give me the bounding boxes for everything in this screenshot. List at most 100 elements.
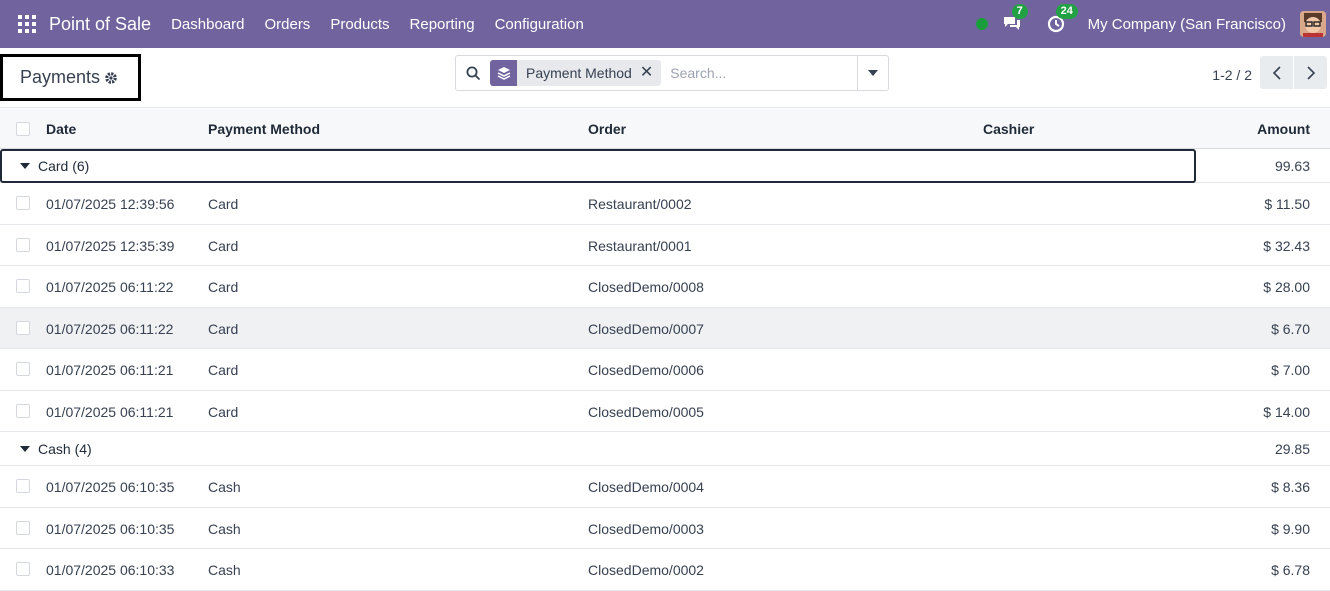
pager-previous-button[interactable] xyxy=(1260,56,1293,89)
column-payment-method[interactable]: Payment Method xyxy=(208,121,320,137)
messages-count-badge: 7 xyxy=(1011,4,1028,19)
group-total: 99.63 xyxy=(1274,158,1310,174)
chevron-right-icon xyxy=(1306,65,1315,80)
user-avatar[interactable] xyxy=(1300,11,1326,37)
menu-reporting[interactable]: Reporting xyxy=(400,16,485,33)
cell-amount: $ 14.00 xyxy=(1263,403,1310,420)
cell-date: 01/07/2025 12:39:56 xyxy=(46,196,175,212)
layers-icon xyxy=(490,60,517,86)
cell-order: Restaurant/0001 xyxy=(588,237,692,254)
app-brand[interactable]: Point of Sale xyxy=(49,14,151,35)
cell-amount: $ 6.70 xyxy=(1271,320,1310,337)
apps-grid-icon[interactable] xyxy=(18,15,36,33)
row-checkbox[interactable] xyxy=(16,320,30,335)
pager-next-button[interactable] xyxy=(1294,56,1327,89)
facet-remove-icon[interactable]: ✕ xyxy=(640,65,661,81)
cell-order: ClosedDemo/0005 xyxy=(588,403,704,420)
cell-payment-method: Cash xyxy=(208,479,241,495)
pager-value[interactable]: 1-2 / 2 xyxy=(1212,67,1252,83)
search-options-toggle[interactable] xyxy=(857,55,889,91)
table-row[interactable]: 01/07/2025 06:11:21 Card ClosedDemo/0006… xyxy=(0,349,1330,391)
table-row[interactable]: 01/07/2025 06:11:22 Card ClosedDemo/0007… xyxy=(0,307,1330,349)
cell-order: ClosedDemo/0007 xyxy=(588,320,704,337)
cell-order: ClosedDemo/0006 xyxy=(588,362,704,378)
cell-payment-method: Card xyxy=(208,403,239,420)
group-label: Cash (4) xyxy=(38,441,92,457)
cell-amount: $ 9.90 xyxy=(1271,520,1310,537)
table-row[interactable]: 01/07/2025 12:35:39 Card Restaurant/0001… xyxy=(0,225,1330,266)
table-row[interactable]: 01/07/2025 12:39:56 Card Restaurant/0002… xyxy=(0,183,1330,225)
cell-payment-method: Card xyxy=(208,279,239,295)
chevron-left-icon xyxy=(1272,65,1281,80)
group-row-cash[interactable]: Cash (4) 29.85 xyxy=(0,432,1330,466)
cell-date: 01/07/2025 06:11:21 xyxy=(46,403,174,420)
table-row[interactable]: 01/07/2025 06:10:35 Cash ClosedDemo/0003… xyxy=(0,508,1330,549)
column-amount[interactable]: Amount xyxy=(1257,121,1310,137)
table-header: Date Payment Method Order Cashier Amount xyxy=(0,109,1330,149)
group-total: 29.85 xyxy=(1274,441,1310,457)
column-cashier[interactable]: Cashier xyxy=(983,121,1034,137)
cell-amount: $ 11.50 xyxy=(1264,196,1310,212)
cell-order: ClosedDemo/0003 xyxy=(588,520,704,537)
row-checkbox[interactable] xyxy=(16,362,30,376)
company-switcher[interactable]: My Company (San Francisco) xyxy=(1088,16,1286,33)
row-checkbox[interactable] xyxy=(16,237,30,252)
cell-amount: $ 28.00 xyxy=(1263,279,1310,295)
facet-label: Payment Method xyxy=(526,65,632,81)
caret-down-icon xyxy=(868,70,878,76)
group-header[interactable]: Cash (4) xyxy=(0,432,92,466)
page-title: Payments xyxy=(20,67,101,87)
row-checkbox[interactable] xyxy=(16,479,30,493)
cell-amount: $ 6.78 xyxy=(1271,562,1310,578)
group-row-focus-outline xyxy=(0,149,1196,183)
row-checkbox[interactable] xyxy=(16,562,30,576)
cell-date: 01/07/2025 06:11:21 xyxy=(46,362,174,378)
column-order[interactable]: Order xyxy=(588,121,626,137)
column-date[interactable]: Date xyxy=(46,121,76,137)
menu-dashboard[interactable]: Dashboard xyxy=(161,16,254,33)
cell-order: Restaurant/0002 xyxy=(588,196,692,212)
cell-amount: $ 7.00 xyxy=(1271,362,1310,378)
cell-date: 01/07/2025 06:10:35 xyxy=(46,479,175,495)
group-label: Card (6) xyxy=(38,158,90,174)
menu-configuration[interactable]: Configuration xyxy=(485,16,594,33)
payments-table: Date Payment Method Order Cashier Amount… xyxy=(0,109,1330,591)
cell-order: ClosedDemo/0008 xyxy=(588,279,704,295)
menu-products[interactable]: Products xyxy=(320,16,399,33)
caret-down-icon xyxy=(20,446,30,452)
cell-payment-method: Card xyxy=(208,237,239,254)
row-checkbox[interactable] xyxy=(16,520,30,535)
search-input[interactable] xyxy=(670,65,841,81)
main-menu: Dashboard Orders Products Reporting Conf… xyxy=(161,16,594,33)
row-checkbox[interactable] xyxy=(16,279,30,293)
cell-amount: $ 32.43 xyxy=(1263,237,1310,254)
menu-orders[interactable]: Orders xyxy=(254,16,320,33)
group-row-card[interactable]: Card (6) 99.63 xyxy=(0,149,1330,183)
cell-date: 01/07/2025 06:10:33 xyxy=(46,562,175,578)
top-navbar: Point of Sale Dashboard Orders Products … xyxy=(0,0,1330,48)
table-row[interactable]: 01/07/2025 06:11:21 Card ClosedDemo/0005… xyxy=(0,391,1330,432)
cell-date: 01/07/2025 12:35:39 xyxy=(46,237,175,254)
group-header[interactable]: Card (6) xyxy=(0,149,89,183)
online-status-icon xyxy=(975,18,988,30)
search-facet: Payment Method ✕ xyxy=(490,60,662,86)
search-icon[interactable] xyxy=(456,66,490,81)
cell-date: 01/07/2025 06:10:35 xyxy=(46,520,175,537)
row-checkbox[interactable] xyxy=(16,196,30,210)
table-row[interactable]: 01/07/2025 06:10:33 Cash ClosedDemo/0002… xyxy=(0,549,1330,591)
cell-amount: $ 8.36 xyxy=(1271,479,1310,495)
cell-payment-method: Cash xyxy=(208,520,241,537)
search-bar: Payment Method ✕ xyxy=(455,55,858,91)
gear-icon[interactable] xyxy=(104,71,118,85)
row-checkbox[interactable] xyxy=(16,403,30,418)
control-panel: Payments Payment Method ✕ 1-2 / 2 xyxy=(0,48,1330,108)
cell-payment-method: Card xyxy=(208,196,239,212)
select-all-checkbox[interactable] xyxy=(16,122,30,136)
cell-payment-method: Card xyxy=(208,320,239,337)
table-row[interactable]: 01/07/2025 06:11:22 Card ClosedDemo/0008… xyxy=(0,266,1330,308)
table-row[interactable]: 01/07/2025 06:10:35 Cash ClosedDemo/0004… xyxy=(0,466,1330,508)
messages-icon[interactable]: 7 xyxy=(1000,4,1028,36)
activities-count-badge: 24 xyxy=(1055,4,1078,19)
activities-clock-icon[interactable]: 24 xyxy=(1044,4,1078,36)
breadcrumb: Payments xyxy=(0,54,141,101)
